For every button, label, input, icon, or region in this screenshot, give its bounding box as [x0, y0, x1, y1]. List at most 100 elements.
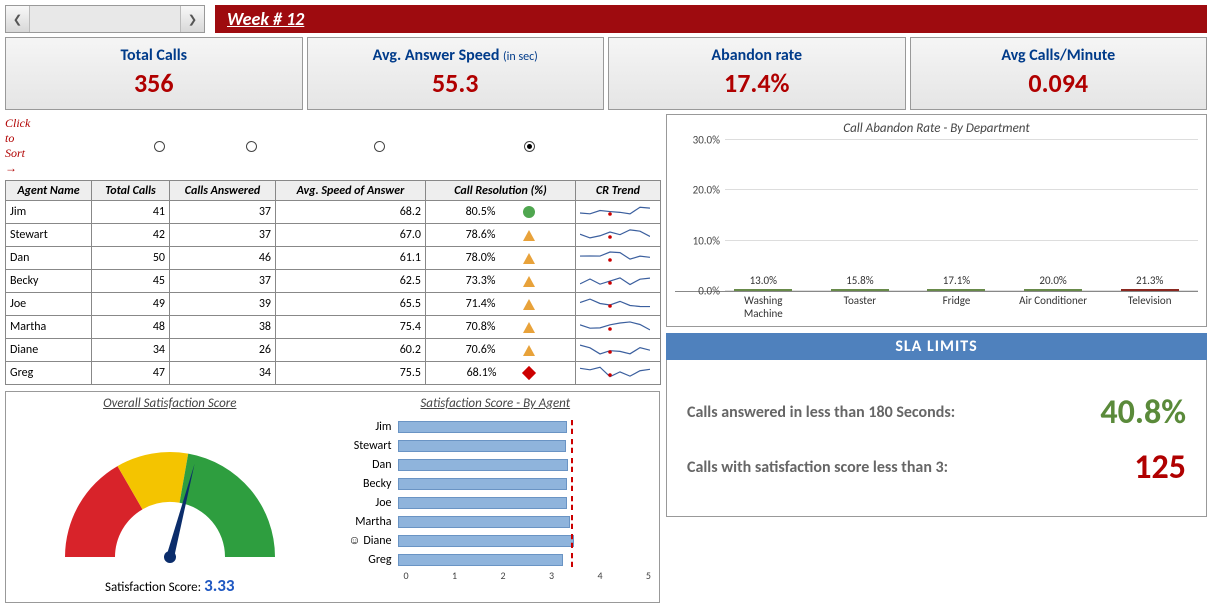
indicator-yellow-icon [523, 253, 535, 264]
cell-agent-name: Diane [6, 339, 92, 362]
sat-agent-bar [398, 440, 567, 452]
abandon-ytick: 20.0% [675, 184, 720, 197]
cell-resolution: 68.1% [426, 362, 576, 385]
cell-trend [576, 224, 661, 247]
cell-calls-answered: 37 [170, 270, 276, 293]
sat-target-line [571, 534, 573, 548]
abandon-bar-label: 20.0% [1039, 274, 1066, 287]
abandon-bar-wrap: 15.8% [822, 274, 899, 291]
cell-avg-speed: 67.0 [276, 224, 426, 247]
cell-calls-answered: 37 [170, 201, 276, 224]
table-row: Martha 48 38 75.4 70.8% [6, 316, 661, 339]
abandon-xlabel: Toaster [822, 294, 899, 320]
abandon-chart-xlabels: Washing MachineToasterFridgeAir Conditio… [675, 292, 1198, 320]
sat-agent-row: Greg [338, 550, 654, 569]
abandon-bar-label: 17.1% [943, 274, 970, 287]
cell-calls-answered: 26 [170, 339, 276, 362]
indicator-green-icon [523, 206, 535, 218]
kpi-value: 356 [10, 67, 298, 99]
sat-agent-label: Becky [338, 477, 398, 491]
sparkline [580, 202, 650, 218]
sat-target-line [571, 439, 573, 453]
abandon-bar-wrap: 17.1% [918, 274, 995, 291]
abandon-ytick: 30.0% [675, 134, 720, 147]
cell-calls-answered: 34 [170, 362, 276, 385]
table-header-cell: Calls Answered [170, 181, 276, 201]
cell-agent-name: Stewart [6, 224, 92, 247]
table-row: Joe 49 39 65.5 71.4% [6, 293, 661, 316]
sparkline [580, 317, 650, 333]
gauge-score-label: Satisfaction Score: [105, 580, 201, 595]
sla-row-answered-value: 40.8% [1100, 392, 1186, 433]
cell-calls-answered: 39 [170, 293, 276, 316]
abandon-bar-wrap: 21.3% [1111, 274, 1188, 291]
sort-radio[interactable] [524, 141, 535, 152]
sat-axis-tick: 4 [597, 569, 602, 582]
cell-trend [576, 270, 661, 293]
cell-resolution: 78.0% [426, 247, 576, 270]
sat-agent-label: Joe [338, 496, 398, 510]
kpi-title: Abandon rate [613, 46, 901, 65]
sparkline [580, 271, 650, 287]
abandon-bar [927, 289, 985, 291]
sat-agent-row: Dan [338, 455, 654, 474]
sat-agent-bar [398, 516, 571, 528]
sat-agent-bar-area [398, 534, 654, 548]
cell-total-calls: 41 [92, 201, 170, 224]
cell-calls-answered: 37 [170, 224, 276, 247]
scroll-track[interactable] [30, 6, 180, 32]
cell-agent-name: Greg [6, 362, 92, 385]
cell-agent-name: Jim [6, 201, 92, 224]
cell-resolution: 78.6% [426, 224, 576, 247]
sort-radio[interactable] [374, 141, 385, 152]
scroll-left-button[interactable]: ❮ [6, 6, 30, 32]
sparkline [580, 225, 650, 241]
indicator-yellow-icon [523, 322, 535, 333]
abandon-xlabel: Television [1111, 294, 1188, 320]
cell-total-calls: 45 [92, 270, 170, 293]
table-header-cell: Agent Name [6, 181, 92, 201]
cell-total-calls: 34 [92, 339, 170, 362]
cell-total-calls: 50 [92, 247, 170, 270]
sat-by-agent-box: Satisfaction Score - By Agent Jim Stewar… [338, 396, 654, 596]
cell-total-calls: 49 [92, 293, 170, 316]
cell-total-calls: 42 [92, 224, 170, 247]
sat-agent-label: Greg [338, 553, 398, 567]
kpi-value: 55.3 [312, 67, 600, 99]
sparkline [580, 294, 650, 310]
abandon-chart-panel: Call Abandon Rate - By Department 0.0%10… [666, 114, 1207, 327]
sat-target-line [571, 420, 573, 434]
abandon-bar [831, 289, 889, 291]
sort-radio-row: Click to Sort [5, 114, 660, 180]
week-scroller[interactable]: ❮ ❯ [5, 5, 205, 33]
cell-resolution: 71.4% [426, 293, 576, 316]
sat-axis-tick: 3 [549, 569, 554, 582]
sat-target-line [571, 458, 573, 472]
kpi-title: Avg. Answer Speed (in sec) [312, 46, 600, 65]
table-row: Diane 34 26 60.2 70.6% [6, 339, 661, 362]
sparkline [580, 248, 650, 264]
cell-avg-speed: 75.5 [276, 362, 426, 385]
cell-total-calls: 48 [92, 316, 170, 339]
scroll-right-button[interactable]: ❯ [180, 6, 204, 32]
sat-agent-label: Martha [338, 515, 398, 529]
abandon-bar-label: 21.3% [1136, 274, 1163, 287]
abandon-ytick: 10.0% [675, 234, 720, 247]
sat-agent-label: Jim [338, 420, 398, 434]
header-bar: ❮ ❯ Week # 12 [5, 5, 1207, 33]
table-row: Stewart 42 37 67.0 78.6% [6, 224, 661, 247]
cell-agent-name: Joe [6, 293, 92, 316]
sort-radio[interactable] [246, 141, 257, 152]
cell-avg-speed: 65.5 [276, 293, 426, 316]
cell-avg-speed: 62.5 [276, 270, 426, 293]
sat-agent-bar-area [398, 458, 654, 472]
table-header-cell: CR Trend [576, 181, 661, 201]
sat-agent-bar [398, 535, 575, 547]
kpi-card: Abandon rate 17.4% [608, 37, 906, 110]
abandon-bar-wrap: 13.0% [725, 274, 802, 291]
sort-radio[interactable] [154, 141, 165, 152]
sort-hint: Click to Sort [5, 116, 30, 176]
sparkline [580, 340, 650, 356]
sat-agent-bar-area [398, 420, 654, 434]
sat-agent-bar-area [398, 553, 654, 567]
